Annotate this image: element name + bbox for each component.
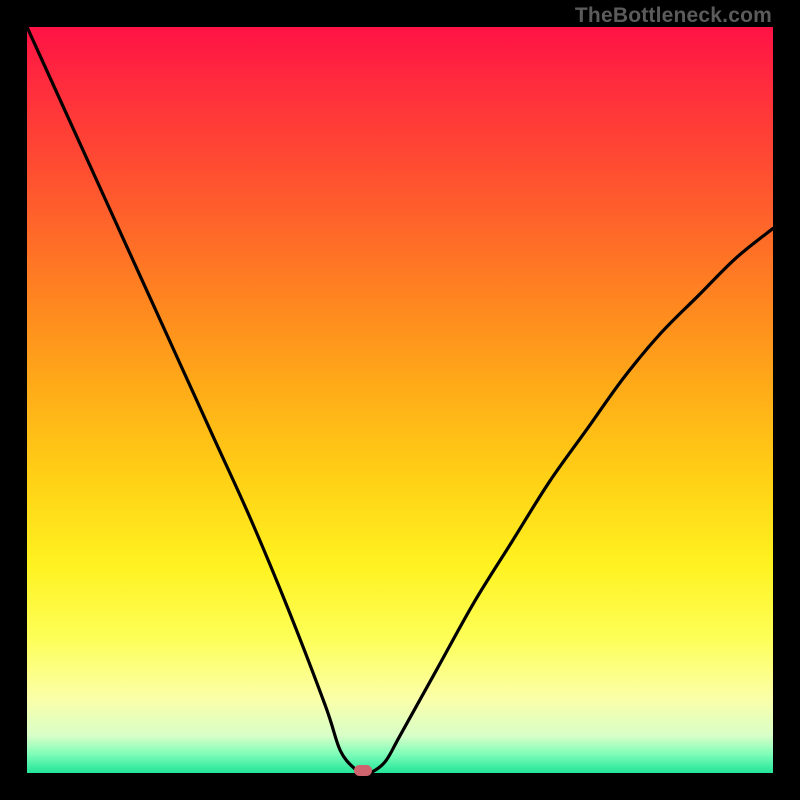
optimal-point-marker: [354, 765, 372, 776]
watermark-text: TheBottleneck.com: [575, 4, 772, 28]
chart-frame: TheBottleneck.com: [0, 0, 800, 800]
chart-background-gradient: [27, 27, 773, 773]
